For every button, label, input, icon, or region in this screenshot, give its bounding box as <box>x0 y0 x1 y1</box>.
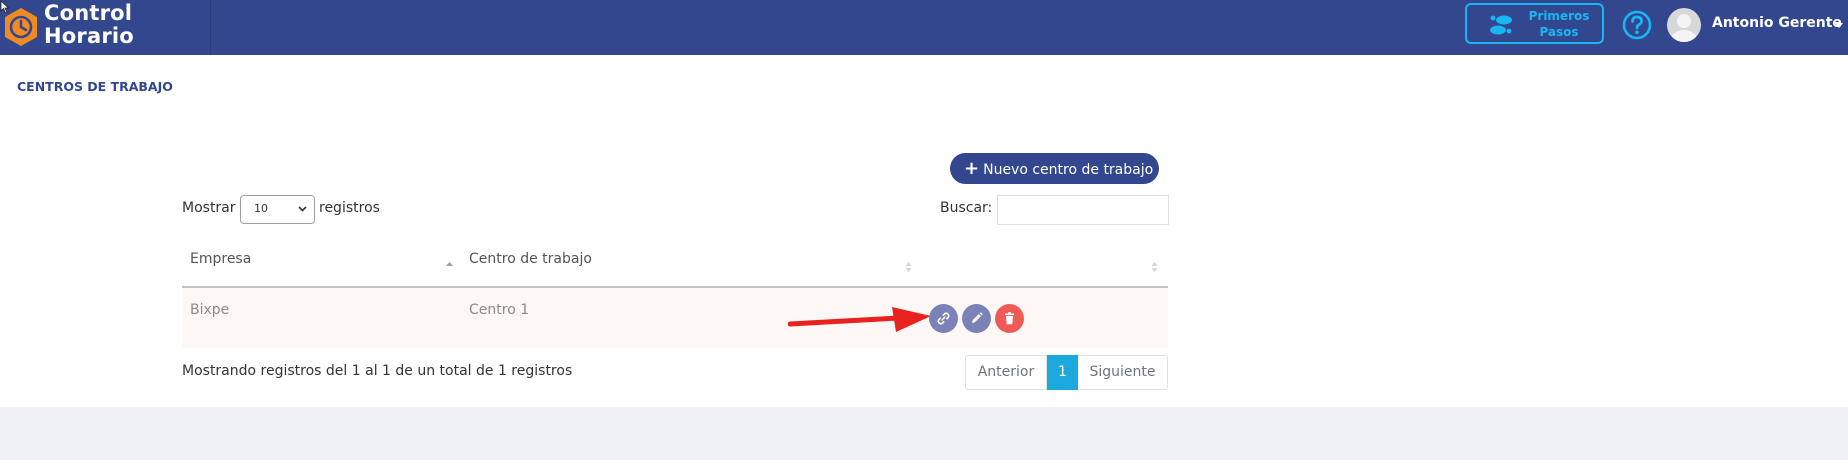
page-size-value: 10 <box>254 202 268 215</box>
search-label: Buscar: <box>940 200 993 216</box>
show-label: Mostrar <box>182 200 236 216</box>
new-work-center-label: Nuevo centro de trabajo <box>983 162 1154 178</box>
brand-name: Control Horario <box>44 2 134 48</box>
plus-icon: + <box>964 158 980 179</box>
clock-hexagon-icon <box>5 8 37 46</box>
brand-line-1: Control <box>44 1 133 25</box>
page-size-select[interactable]: 10 <box>240 195 315 224</box>
user-silhouette-icon <box>1671 14 1697 42</box>
pagination-page-1[interactable]: 1 <box>1047 355 1078 390</box>
footprints-icon <box>1490 15 1512 35</box>
avatar[interactable] <box>1667 8 1701 42</box>
first-steps-line-1: Primeros <box>1528 9 1590 23</box>
search-input[interactable] <box>997 195 1169 225</box>
first-steps-button[interactable]: Primeros Pasos <box>1465 3 1604 44</box>
delete-button[interactable] <box>995 304 1024 333</box>
sort-asc-icon[interactable] <box>445 259 454 271</box>
trash-icon <box>1005 312 1014 325</box>
pagination-previous[interactable]: Anterior <box>965 355 1047 390</box>
cell-empresa: Bixpe <box>190 302 230 318</box>
column-header-centro[interactable]: Centro de trabajo <box>469 251 592 267</box>
annotation-arrow-icon <box>788 307 931 332</box>
first-steps-label: Primeros Pasos <box>1523 8 1595 40</box>
first-steps-line-2: Pasos <box>1539 25 1579 39</box>
table-info-text: Mostrando registros del 1 al 1 de un tot… <box>182 363 573 379</box>
question-circle-icon[interactable] <box>1622 10 1652 40</box>
new-work-center-button[interactable]: + Nuevo centro de trabajo <box>950 153 1159 184</box>
edit-button[interactable] <box>962 304 991 333</box>
chevron-down-icon <box>298 206 307 212</box>
chevron-down-icon[interactable] <box>1835 23 1843 28</box>
top-navbar: Control Horario Primeros Pasos Antonio G… <box>0 0 1848 55</box>
records-label: registros <box>319 200 380 216</box>
link-button[interactable] <box>929 304 958 333</box>
column-header-empresa[interactable]: Empresa <box>190 251 251 267</box>
content-panel: CENTROS DE TRABAJO + Nuevo centro de trab… <box>0 55 1848 407</box>
link-icon <box>937 312 950 325</box>
pagination: Anterior 1 Siguiente <box>965 355 1168 390</box>
brand-line-2: Horario <box>44 24 134 48</box>
page-title: CENTROS DE TRABAJO <box>17 79 173 94</box>
pagination-next[interactable]: Siguiente <box>1078 355 1168 390</box>
sort-both-icon[interactable] <box>904 261 913 273</box>
cell-centro: Centro 1 <box>469 302 530 318</box>
user-menu-name[interactable]: Antonio Gerente <box>1712 15 1842 31</box>
navbar-divider <box>210 0 211 55</box>
sort-both-icon[interactable] <box>1150 261 1159 273</box>
pencil-icon <box>972 312 983 323</box>
